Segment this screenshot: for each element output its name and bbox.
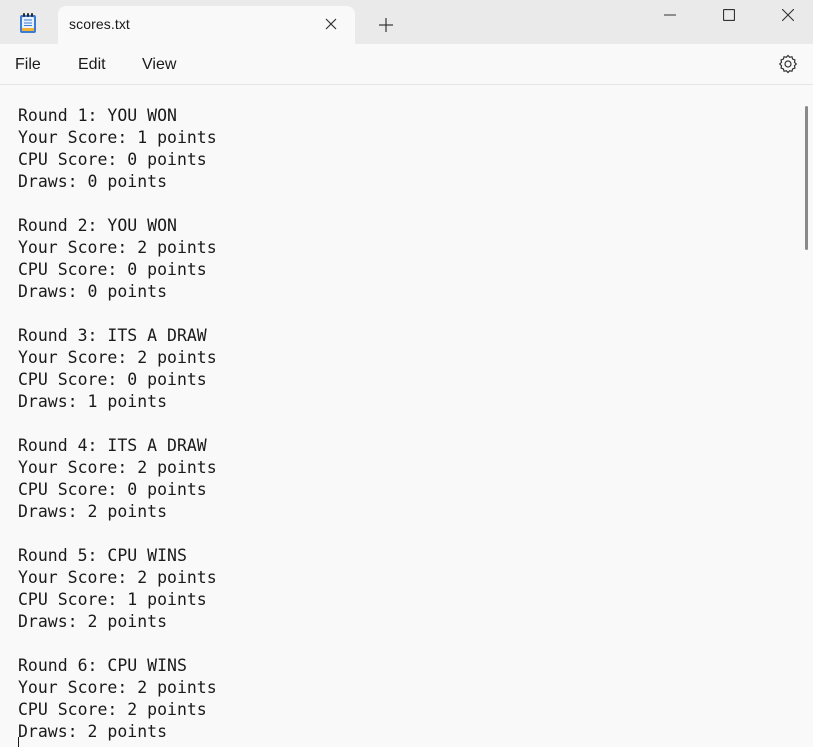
close-icon[interactable]: [765, 0, 811, 30]
round-line: Round 6: CPU WINS: [18, 656, 187, 675]
cpu-score-line: CPU Score: 1 points: [18, 590, 207, 609]
draws-line: Draws: 0 points: [18, 282, 168, 301]
your-score-line: Your Score: 2 points: [18, 458, 217, 477]
round-line: Round 3: ITS A DRAW: [18, 326, 207, 345]
round-block: Round 4: ITS A DRAW Your Score: 2 points…: [18, 435, 788, 523]
tab-scores[interactable]: scores.txt: [58, 6, 355, 44]
tab-title: scores.txt: [69, 16, 130, 32]
your-score-line: Your Score: 2 points: [18, 238, 217, 257]
your-score-line: Your Score: 1 points: [18, 128, 217, 147]
draws-line: Draws: 0 points: [18, 172, 168, 191]
menu-view[interactable]: View: [142, 56, 176, 74]
draws-line: Draws: 2 points: [18, 612, 168, 631]
text-caret: [18, 737, 19, 747]
title-bar: scores.txt: [0, 0, 813, 44]
menu-bar: File Edit View: [0, 44, 813, 85]
cpu-score-line: CPU Score: 0 points: [18, 370, 207, 389]
close-icon[interactable]: [321, 14, 341, 34]
draws-line: Draws: 2 points: [18, 722, 168, 741]
round-block: Round 6: CPU WINS Your Score: 2 points C…: [18, 655, 788, 743]
document-text[interactable]: Round 1: YOU WON Your Score: 1 points CP…: [18, 105, 788, 747]
round-line: Round 5: CPU WINS: [18, 546, 187, 565]
vertical-scrollbar[interactable]: [805, 106, 808, 250]
minimize-icon[interactable]: [647, 0, 693, 30]
round-block: Round 1: YOU WON Your Score: 1 points CP…: [18, 105, 788, 193]
round-line: Round 4: ITS A DRAW: [18, 436, 207, 455]
round-block: Round 5: CPU WINS Your Score: 2 points C…: [18, 545, 788, 633]
round-line: Round 1: YOU WON: [18, 106, 177, 125]
notepad-icon: [18, 12, 38, 34]
round-block: Round 3: ITS A DRAW Your Score: 2 points…: [18, 325, 788, 413]
draws-line: Draws: 1 points: [18, 392, 168, 411]
cpu-score-line: CPU Score: 2 points: [18, 700, 207, 719]
your-score-line: Your Score: 2 points: [18, 568, 217, 587]
draws-line: Draws: 2 points: [18, 502, 168, 521]
menu-file[interactable]: File: [15, 56, 41, 74]
your-score-line: Your Score: 2 points: [18, 678, 217, 697]
text-editor[interactable]: Round 1: YOU WON Your Score: 1 points CP…: [0, 86, 813, 747]
round-line: Round 2: YOU WON: [18, 216, 177, 235]
round-block: Round 2: YOU WON Your Score: 2 points CP…: [18, 215, 788, 303]
cpu-score-line: CPU Score: 0 points: [18, 260, 207, 279]
cpu-score-line: CPU Score: 0 points: [18, 480, 207, 499]
gear-icon[interactable]: [777, 53, 799, 75]
plus-icon[interactable]: [375, 14, 397, 36]
maximize-icon[interactable]: [706, 0, 752, 30]
cpu-score-line: CPU Score: 0 points: [18, 150, 207, 169]
menu-edit[interactable]: Edit: [78, 56, 106, 74]
your-score-line: Your Score: 2 points: [18, 348, 217, 367]
